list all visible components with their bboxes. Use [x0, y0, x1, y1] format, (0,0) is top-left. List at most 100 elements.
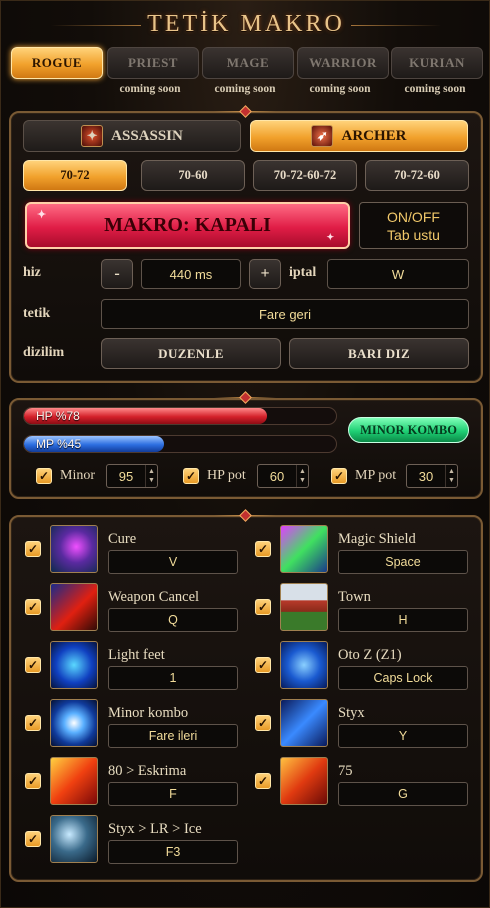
skill-oto-z-key[interactable]: Caps Lock: [338, 666, 468, 690]
stepper-arrows-icon[interactable]: ▲ ▼: [145, 465, 157, 487]
skill-town-key[interactable]: H: [338, 608, 468, 632]
mp-label: MP %45: [36, 437, 82, 451]
tetik-key-field[interactable]: Fare geri: [101, 299, 469, 329]
tab-priest[interactable]: PRIEST: [107, 47, 199, 79]
mp-pot-value: 30: [418, 468, 434, 484]
panel-ornament: [214, 509, 276, 522]
panel-ornament: [214, 391, 276, 404]
skill-styx-lr-ice-key[interactable]: F3: [108, 840, 238, 864]
minor-stepper[interactable]: 95 ▲ ▼: [106, 464, 158, 488]
archer-icon: ➶: [311, 125, 334, 147]
skill-magic-shield-checkbox[interactable]: ✓: [255, 541, 271, 557]
skill-magic-shield-name: Magic Shield: [338, 531, 416, 547]
makro-toggle-button[interactable]: ✦ MAKRO: KAPALI ✦: [25, 202, 350, 249]
skill-eskrima-checkbox[interactable]: ✓: [25, 773, 41, 789]
level-70-72-60-button[interactable]: 70-72-60: [365, 160, 469, 191]
skill-styx-key[interactable]: Y: [338, 724, 468, 748]
tab-rogue[interactable]: ROGUE: [11, 47, 103, 79]
stepper-arrows-icon[interactable]: ▲ ▼: [445, 465, 457, 487]
skill-light-feet-checkbox[interactable]: ✓: [25, 657, 41, 673]
mp-pot-stepper[interactable]: 30 ▲ ▼: [406, 464, 458, 488]
skill-75-icon: [280, 757, 328, 805]
spec-assassin-button[interactable]: ✦ ASSASSIN: [23, 120, 241, 152]
speed-increase-button[interactable]: +: [249, 259, 281, 289]
skill-styx-lr-ice-checkbox[interactable]: ✓: [25, 831, 41, 847]
title-ornament-right: [351, 25, 441, 26]
skill-light-feet-name: Light feet: [108, 647, 165, 663]
title-bar: TETİK MAKRO: [1, 7, 490, 41]
skill-styx-lr-ice-name: Styx > LR > Ice: [108, 821, 202, 837]
magic-shield-icon: [280, 525, 328, 573]
skill-town-checkbox[interactable]: ✓: [255, 599, 271, 615]
skill-oto-z-name: Oto Z (Z1): [338, 647, 402, 663]
tab-mage[interactable]: MAGE: [202, 47, 294, 79]
speed-value-field[interactable]: 440 ms: [141, 259, 241, 289]
sparkle-icon: ✦: [326, 232, 334, 242]
skill-75-checkbox[interactable]: ✓: [255, 773, 271, 789]
tab-warrior[interactable]: WARRIOR: [297, 47, 389, 79]
minor-kombo-button[interactable]: MINOR KOMBO: [348, 417, 469, 443]
oto-z-icon: [280, 641, 328, 689]
spec-assassin-label: ASSASSIN: [111, 127, 183, 144]
hp-pot-stepper[interactable]: 60 ▲ ▼: [257, 464, 309, 488]
level-70-60-button[interactable]: 70-60: [141, 160, 245, 191]
weapon-cancel-icon: [50, 583, 98, 631]
skill-weapon-cancel-key[interactable]: Q: [108, 608, 238, 632]
light-feet-icon: [50, 641, 98, 689]
skill-cure-key[interactable]: V: [108, 550, 238, 574]
minor-checkbox[interactable]: ✓: [36, 468, 52, 484]
eskrima-icon: [50, 757, 98, 805]
mp-bar: MP %45: [23, 435, 337, 453]
skill-town-name: Town: [338, 589, 371, 605]
onoff-hint-line1: ON/OFF: [387, 208, 440, 225]
spec-archer-label: ARCHER: [341, 127, 407, 144]
hp-pot-checkbox[interactable]: ✓: [183, 468, 199, 484]
macro-window: TETİK MAKRO ROGUE PRIEST MAGE WARRIOR KU…: [0, 0, 490, 908]
cure-icon: [50, 525, 98, 573]
skill-75-key[interactable]: G: [338, 782, 468, 806]
title-ornament-left: [51, 25, 141, 26]
dizilim-label: dizilim: [23, 345, 65, 360]
app-title: TETİK MAKRO: [147, 10, 345, 37]
skill-75-name: 75: [338, 763, 353, 779]
town-icon: [280, 583, 328, 631]
hp-pot-label: HP pot: [207, 468, 246, 483]
bari-diz-button[interactable]: BARI DIZ: [289, 338, 469, 369]
hiz-label: hiz: [23, 265, 41, 280]
makro-status-label: MAKRO: KAPALI: [104, 214, 271, 236]
minor-value: 95: [118, 468, 134, 484]
skill-minor-kombo-key[interactable]: Fare ileri: [108, 724, 238, 748]
skill-light-feet-key[interactable]: 1: [108, 666, 238, 690]
skill-minor-kombo-checkbox[interactable]: ✓: [25, 715, 41, 731]
minor-label: Minor: [60, 468, 95, 483]
coming-soon-warrior: coming soon: [309, 83, 371, 95]
sparkle-icon: ✦: [37, 209, 47, 221]
hp-pot-value: 60: [269, 468, 285, 484]
level-70-72-60-72-button[interactable]: 70-72-60-72: [253, 160, 357, 191]
skill-weapon-cancel-checkbox[interactable]: ✓: [25, 599, 41, 615]
duzenle-button[interactable]: DUZENLE: [101, 338, 281, 369]
skill-eskrima-name: 80 > Eskrima: [108, 763, 187, 779]
panel-ornament: [214, 105, 276, 118]
stepper-arrows-icon[interactable]: ▲ ▼: [296, 465, 308, 487]
level-70-72-button[interactable]: 70-72: [23, 160, 127, 191]
speed-decrease-button[interactable]: -: [101, 259, 133, 289]
skill-eskrima-key[interactable]: F: [108, 782, 238, 806]
iptal-key-field[interactable]: W: [327, 259, 469, 289]
skill-oto-z-checkbox[interactable]: ✓: [255, 657, 271, 673]
skill-minor-kombo-name: Minor kombo: [108, 705, 189, 721]
skill-styx-checkbox[interactable]: ✓: [255, 715, 271, 731]
onoff-hint-line2: Tab ustu: [387, 226, 440, 243]
tab-kurian[interactable]: KURIAN: [391, 47, 483, 79]
coming-soon-priest: coming soon: [119, 83, 181, 95]
skill-magic-shield-key[interactable]: Space: [338, 550, 468, 574]
skill-cure-name: Cure: [108, 531, 137, 547]
minor-kombo-icon: [50, 699, 98, 747]
hp-bar: HP %78: [23, 407, 337, 425]
coming-soon-kurian: coming soon: [404, 83, 466, 95]
mp-pot-checkbox[interactable]: ✓: [331, 468, 347, 484]
iptal-label: iptal: [289, 265, 317, 280]
styx-icon: [280, 699, 328, 747]
skill-cure-checkbox[interactable]: ✓: [25, 541, 41, 557]
spec-archer-button[interactable]: ➶ ARCHER: [250, 120, 468, 152]
